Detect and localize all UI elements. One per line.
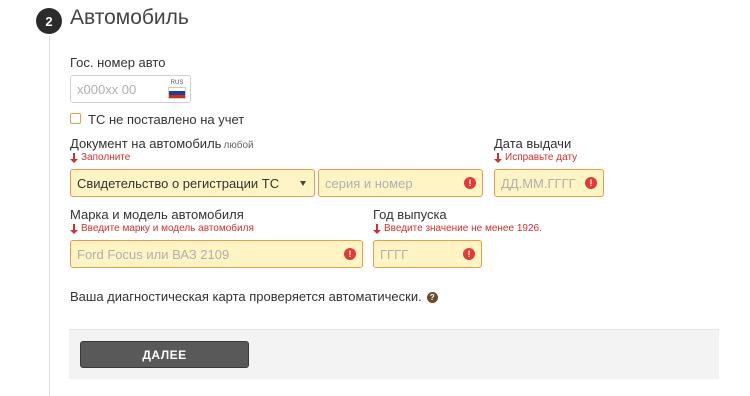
next-button[interactable]: ДАЛЕЕ xyxy=(80,341,249,368)
warning-icon: ! xyxy=(585,177,597,189)
model-placeholder: Ford Focus или ВАЗ 2109 xyxy=(77,246,230,262)
model-label: Марка и модель автомобиля xyxy=(70,207,244,222)
warning-icon: ! xyxy=(344,248,356,260)
document-type-value: Свидетельство о регистрации ТС xyxy=(77,175,280,191)
issue-date-label: Дата выдачи xyxy=(494,136,572,151)
issue-date-error-text: Исправьте дату xyxy=(505,152,578,163)
section-title: Автомобиль xyxy=(70,6,189,29)
issue-date-placeholder: ДД.ММ.ГГГГ xyxy=(501,175,576,191)
year-error-text: Введите значение не менее 1926. xyxy=(384,223,542,234)
document-error: Заполните xyxy=(70,152,130,163)
issue-date-error: Исправьте дату xyxy=(494,152,577,163)
year-input[interactable]: ГГГГ ! xyxy=(373,240,482,268)
unregistered-label[interactable]: ТС не поставлено на учет xyxy=(88,112,244,127)
year-placeholder: ГГГГ xyxy=(380,246,409,262)
warning-icon: ! xyxy=(464,177,476,189)
info-text-body: Ваша диагностическая карта проверяется а… xyxy=(70,289,422,304)
document-label: Документ на автомобиль любой xyxy=(70,136,254,151)
arrow-down-icon xyxy=(373,223,381,234)
unregistered-checkbox[interactable] xyxy=(70,113,81,124)
document-label-text: Документ на автомобиль xyxy=(70,136,222,151)
step-number-badge: 2 xyxy=(36,8,62,34)
step-rail xyxy=(49,36,50,396)
arrow-down-icon xyxy=(494,152,502,163)
document-number-input[interactable]: серия и номер ! xyxy=(318,169,483,197)
model-error: Введите марку и модель автомобиля xyxy=(70,223,254,234)
document-type-select[interactable]: Свидетельство о регистрации ТС xyxy=(70,169,315,197)
help-icon[interactable]: ? xyxy=(426,292,438,304)
caret-down-icon xyxy=(300,181,306,186)
plate-placeholder: х000хх 00 xyxy=(77,81,137,97)
document-number-placeholder: серия и номер xyxy=(325,175,413,191)
region-code: RUS xyxy=(170,80,184,86)
info-text: Ваша диагностическая карта проверяется а… xyxy=(70,289,438,304)
arrow-down-icon xyxy=(70,223,78,234)
issue-date-input[interactable]: ДД.ММ.ГГГГ ! xyxy=(494,169,604,197)
plate-input[interactable]: х000хх 00 RUS xyxy=(70,75,191,103)
plate-label: Гос. номер авто xyxy=(70,55,166,70)
document-hint: любой xyxy=(223,140,254,151)
year-error: Введите значение не менее 1926. xyxy=(373,223,542,234)
document-error-text: Заполните xyxy=(81,152,131,163)
year-label: Год выпуска xyxy=(373,207,447,222)
russia-flag-icon: RUS xyxy=(168,79,186,99)
model-error-text: Введите марку и модель автомобиля xyxy=(81,223,254,234)
arrow-down-icon xyxy=(70,152,78,163)
model-input[interactable]: Ford Focus или ВАЗ 2109 ! xyxy=(70,240,363,268)
warning-icon: ! xyxy=(463,248,475,260)
